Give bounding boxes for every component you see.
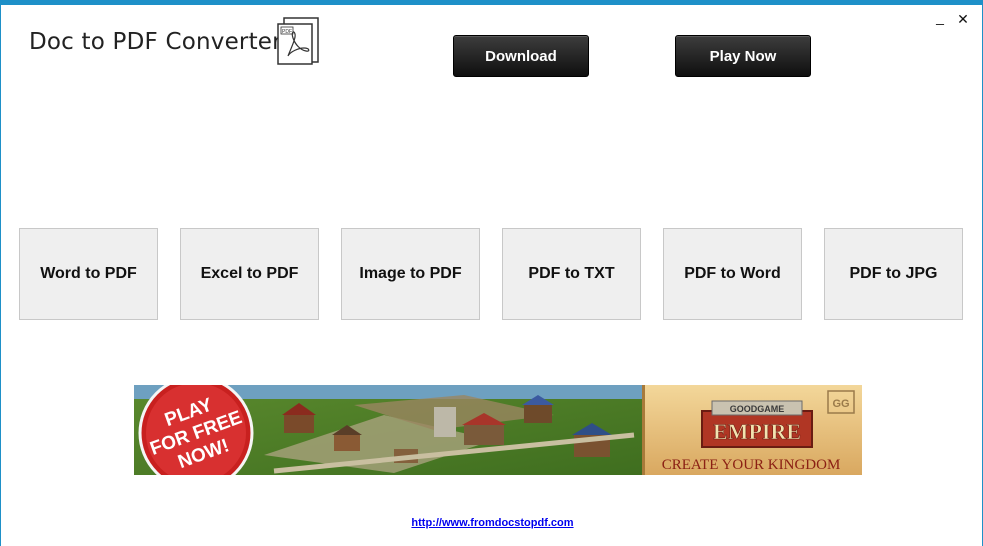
- play-now-button[interactable]: Play Now: [675, 35, 811, 77]
- pdf-to-jpg-button[interactable]: PDF to JPG: [824, 228, 963, 320]
- image-to-pdf-button[interactable]: Image to PDF: [341, 228, 480, 320]
- ad-banner-art: PLAY FOR FREE NOW! GG GOODGAME EMPIRE CR…: [134, 385, 862, 475]
- word-to-pdf-button[interactable]: Word to PDF: [19, 228, 158, 320]
- pdf-document-icon: PDF: [277, 17, 319, 65]
- download-button[interactable]: Download: [453, 35, 589, 77]
- goodgame-logo-icon: GG: [832, 398, 849, 410]
- pdf-to-txt-button[interactable]: PDF to TXT: [502, 228, 641, 320]
- website-link[interactable]: http://www.fromdocstopdf.com: [411, 517, 573, 529]
- pdf-to-word-button[interactable]: PDF to Word: [663, 228, 802, 320]
- app-window: Doc to PDF Converter PDF Download Play N…: [0, 0, 983, 546]
- excel-to-pdf-button[interactable]: Excel to PDF: [180, 228, 319, 320]
- pdf-icon-text: PDF: [282, 29, 292, 35]
- ad-brand-small: GOODGAME: [730, 404, 785, 414]
- ad-banner[interactable]: PLAY FOR FREE NOW! GG GOODGAME EMPIRE CR…: [134, 385, 862, 475]
- app-title: Doc to PDF Converter: [29, 29, 282, 55]
- ad-brand-big: EMPIRE: [713, 419, 801, 444]
- close-button[interactable]: ✕: [955, 11, 971, 28]
- ad-tagline: CREATE YOUR KINGDOM: [662, 457, 841, 473]
- footer: http://www.fromdocstopdf.com: [1, 513, 983, 531]
- minimize-button[interactable]: _: [932, 9, 948, 25]
